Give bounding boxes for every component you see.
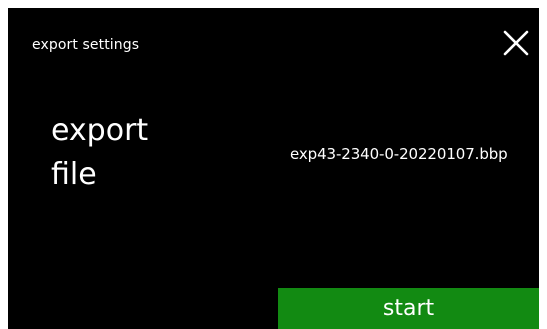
page-title: export settings — [32, 37, 140, 53]
export-file-name: exp43-2340-0-20220107.bbp — [290, 145, 508, 163]
close-icon — [503, 30, 529, 56]
export-file-label: export file — [51, 113, 149, 192]
export-settings-screen: export settings export file exp43-2340-0… — [8, 8, 539, 329]
start-button[interactable]: start — [278, 288, 539, 329]
close-button[interactable] — [502, 29, 530, 57]
